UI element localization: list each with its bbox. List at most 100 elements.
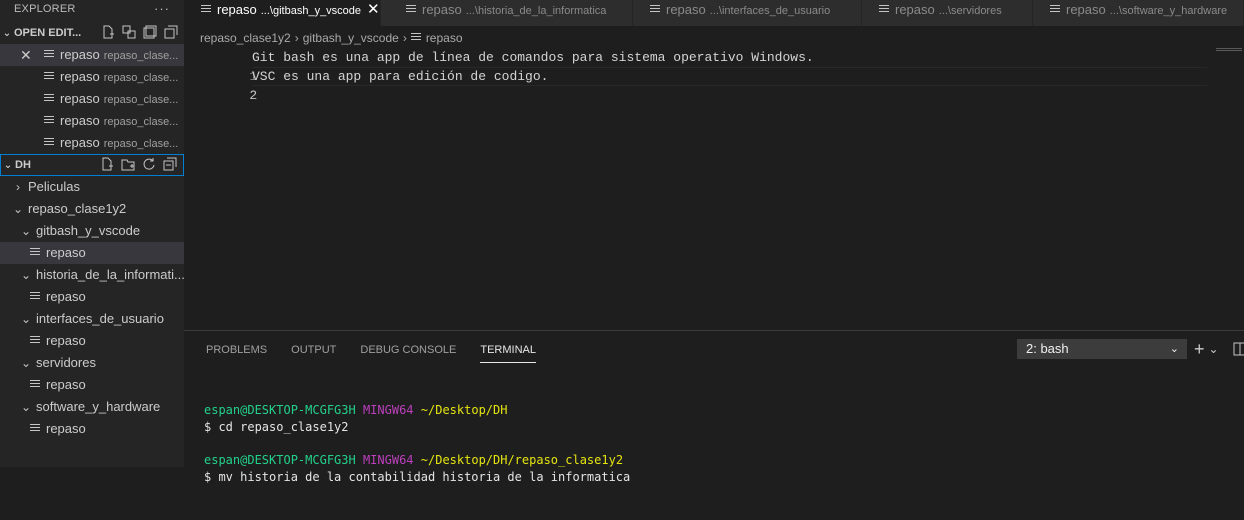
tree-file-repaso[interactable]: repaso xyxy=(0,286,184,308)
open-editor-name: repaso xyxy=(60,135,100,150)
chevron-down-icon: ⌄ xyxy=(20,224,32,238)
terminal-path: ~/Desktop/DH/repaso_clase1y2 xyxy=(420,453,624,467)
split-terminal-icon[interactable] xyxy=(1233,342,1244,356)
file-icon xyxy=(30,380,40,390)
tree-label: repaso_clase1y2 xyxy=(28,201,127,216)
terminal-user: espan@DESKTOP-MCGFG3H xyxy=(204,453,356,467)
file-icon xyxy=(44,50,54,60)
new-file-icon[interactable] xyxy=(100,157,114,171)
terminal-path: ~/Desktop/DH xyxy=(420,403,508,417)
breadcrumb: repaso_clase1y2 › gitbash_y_vscode › repaso xyxy=(200,28,463,48)
file-icon xyxy=(30,424,40,434)
tab-output[interactable]: OUTPUT xyxy=(291,341,336,363)
open-editor-item[interactable]: repaso repaso_clase... xyxy=(0,66,184,88)
save-all-icon[interactable] xyxy=(143,25,157,39)
workspace-section[interactable]: ⌄ DH xyxy=(0,154,184,176)
open-editor-item[interactable]: repaso repaso_clase... xyxy=(0,110,184,132)
tab-repaso-historia[interactable]: repaso ...\historia_de_la_informatica xyxy=(381,0,633,26)
chevron-down-icon: ⌄ xyxy=(12,202,24,216)
terminal-select-value: 2: bash xyxy=(1026,341,1069,356)
terminal-prompt: espan@DESKTOP-MCGFG3H MINGW64 ~/Desktop/… xyxy=(204,402,630,419)
refresh-icon[interactable] xyxy=(142,157,156,171)
close-icon[interactable]: ✕ xyxy=(367,1,380,18)
tab-terminal[interactable]: TERMINAL xyxy=(480,341,536,363)
chevron-down-icon[interactable]: ⌄ xyxy=(1,156,15,176)
terminal-select[interactable]: 2: bash ⌄ xyxy=(1017,339,1187,359)
tab-debug-console[interactable]: DEBUG CONSOLE xyxy=(360,341,456,363)
new-untitled-file-icon[interactable] xyxy=(101,25,115,39)
tab-path: ...\gitbash_y_vscode xyxy=(260,5,362,17)
tree-label: software_y_hardware xyxy=(36,399,161,414)
tree-file-repaso[interactable]: repaso xyxy=(0,242,184,264)
toggle-vertical-icon[interactable] xyxy=(122,25,136,39)
file-icon xyxy=(44,138,54,148)
tab-path: ...\servidores xyxy=(938,5,1002,17)
file-icon xyxy=(30,248,40,258)
file-icon xyxy=(44,72,54,82)
new-folder-icon[interactable] xyxy=(121,157,135,171)
minimap[interactable] xyxy=(1216,48,1242,52)
open-editors-section[interactable]: ⌄ OPEN EDIT... xyxy=(0,22,184,44)
open-editor-item[interactable]: ✕ repaso repaso_clase... xyxy=(0,44,184,66)
close-all-icon[interactable] xyxy=(164,25,178,39)
panel-actions: + ⌄ xyxy=(1194,339,1244,359)
tree-label: historia_de_la_informati... xyxy=(36,267,184,282)
chevron-right-icon: › xyxy=(402,31,407,45)
terminal-user: espan@DESKTOP-MCGFG3H xyxy=(204,403,356,417)
editor-line[interactable]: 2 VSC es una app para edición de codigo. xyxy=(184,67,548,103)
tab-repaso-gitbash[interactable]: repaso ...\gitbash_y_vscode ✕ xyxy=(184,0,381,26)
code-editor[interactable]: 1 Git bash es una app de línea de comando… xyxy=(184,48,1244,328)
file-icon xyxy=(44,94,54,104)
new-terminal-icon[interactable]: + xyxy=(1194,339,1205,359)
tree-label: gitbash_y_vscode xyxy=(36,223,141,238)
terminal-output[interactable]: espan@DESKTOP-MCGFG3H MINGW64 ~/Desktop/… xyxy=(204,385,630,520)
open-editor-item[interactable]: repaso repaso_clase... xyxy=(0,132,184,154)
tree-folder-software[interactable]: ⌄ software_y_hardware xyxy=(0,396,184,418)
file-icon xyxy=(30,292,40,302)
tree-label: repaso xyxy=(46,245,86,260)
chevron-down-icon: ⌄ xyxy=(20,268,32,282)
tree-label: interfaces_de_usuario xyxy=(36,311,164,326)
panel-tabs: PROBLEMS OUTPUT DEBUG CONSOLE TERMINAL xyxy=(206,341,536,363)
breadcrumb-item[interactable]: repaso xyxy=(426,31,463,45)
file-icon xyxy=(44,116,54,126)
tab-label: repaso xyxy=(422,2,462,17)
breadcrumb-item[interactable]: repaso_clase1y2 xyxy=(200,31,291,45)
tab-repaso-interfaces[interactable]: repaso ...\interfaces_de_usuario xyxy=(633,0,862,26)
open-editor-item[interactable]: repaso repaso_clase... xyxy=(0,88,184,110)
tree-folder-servidores[interactable]: ⌄ servidores xyxy=(0,352,184,374)
chevron-right-icon: › xyxy=(16,180,20,194)
open-editor-desc: repaso_clase... xyxy=(103,138,179,150)
terminal-prompt: espan@DESKTOP-MCGFG3H MINGW64 ~/Desktop/… xyxy=(204,452,630,469)
tab-label: repaso xyxy=(895,2,935,17)
tab-repaso-software[interactable]: repaso ...\software_y_hardware xyxy=(1033,0,1244,26)
tree-folder-peliculas[interactable]: › Peliculas xyxy=(0,176,184,198)
tree-folder-repaso-clase1y2[interactable]: ⌄ repaso_clase1y2 xyxy=(0,198,184,220)
explorer-header: EXPLORER ··· xyxy=(0,0,184,22)
tree-label: repaso xyxy=(46,421,86,436)
tree-folder-gitbash-y-vscode[interactable]: ⌄ gitbash_y_vscode xyxy=(0,220,184,242)
collapse-all-icon[interactable] xyxy=(163,157,177,171)
chevron-down-icon[interactable]: ⌄ xyxy=(0,23,14,45)
tab-label: repaso xyxy=(217,2,257,17)
workspace-label: DH xyxy=(15,159,31,171)
tree-file-repaso[interactable]: repaso xyxy=(0,418,184,440)
line-text[interactable]: VSC es una app para edición de codigo. xyxy=(252,67,548,86)
open-editor-desc: repaso_clase... xyxy=(103,50,179,62)
launch-profile-icon[interactable]: ⌄ xyxy=(1209,339,1219,359)
tree-folder-historia[interactable]: ⌄ historia_de_la_informati... xyxy=(0,264,184,286)
close-icon[interactable]: ✕ xyxy=(20,44,32,66)
chevron-right-icon: › xyxy=(294,31,299,45)
tree-folder-interfaces[interactable]: ⌄ interfaces_de_usuario xyxy=(0,308,184,330)
tree-label: Peliculas xyxy=(28,179,81,194)
tab-path: ...\software_y_hardware xyxy=(1109,5,1228,17)
line-text[interactable]: Git bash es una app de línea de comandos… xyxy=(252,48,814,67)
more-actions-icon[interactable]: ··· xyxy=(154,0,170,18)
editor-line[interactable]: 1 Git bash es una app de línea de comando… xyxy=(184,48,813,84)
breadcrumb-item[interactable]: gitbash_y_vscode xyxy=(303,31,399,45)
tree-file-repaso[interactable]: repaso xyxy=(0,330,184,352)
tree-label: repaso xyxy=(46,333,86,348)
tab-problems[interactable]: PROBLEMS xyxy=(206,341,267,363)
tree-file-repaso[interactable]: repaso xyxy=(0,374,184,396)
tab-repaso-servidores[interactable]: repaso ...\servidores xyxy=(862,0,1033,26)
